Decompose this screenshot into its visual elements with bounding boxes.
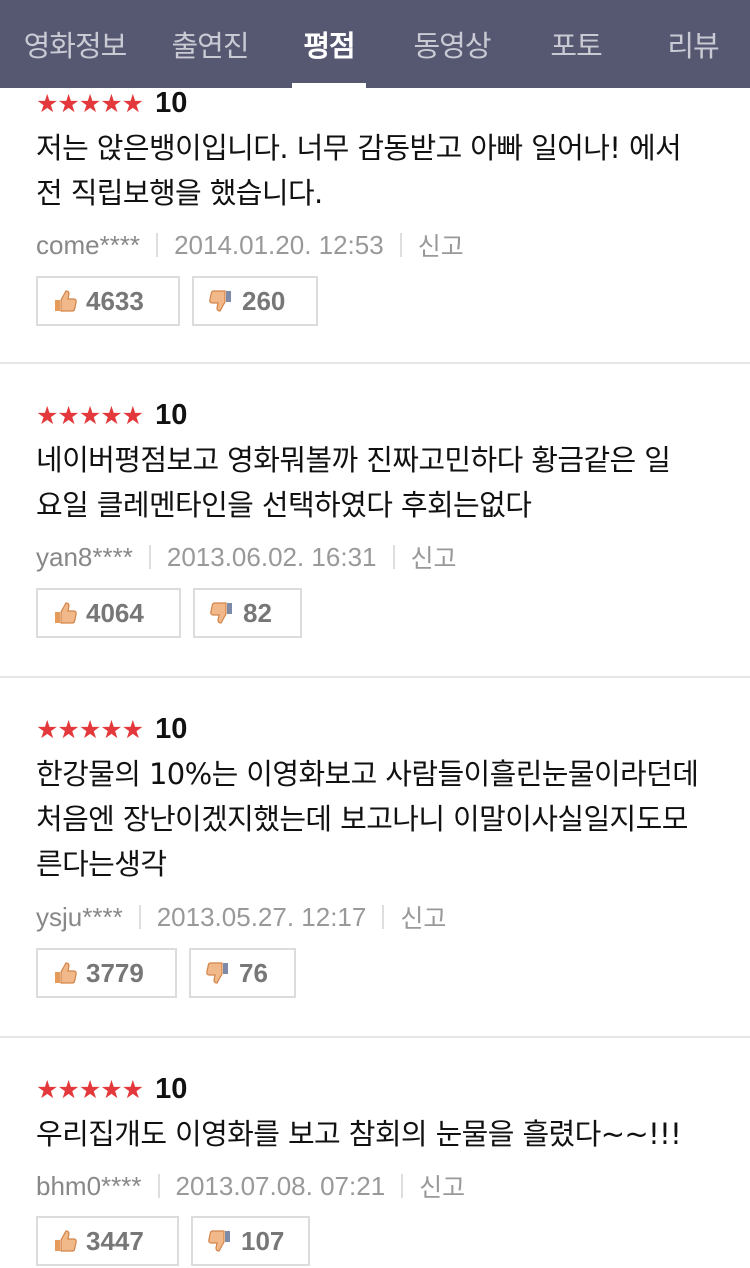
divider: [138, 905, 141, 929]
review-text-line: 전 직립보행을 했습니다.: [36, 176, 323, 210]
star-rating-icon: ★★★★★: [36, 1075, 144, 1104]
timestamp: 2014.01.20. 12:53: [174, 229, 384, 260]
review-meta: bhm0**** 2013.07.08. 07:21 신고: [36, 1168, 465, 1204]
rating: ★★★★★ 10: [36, 713, 187, 746]
review-text-line: 요일 클레멘타인을 선택하였다 후회는없다: [36, 488, 532, 522]
review-item: ★★★★★ 10 우리집개도 이영화를 보고 참회의 눈물을 흘렸다~~!!! …: [0, 1038, 750, 1268]
username: come****: [36, 229, 141, 260]
thumbs-up-icon: [55, 602, 77, 624]
review-text-line: 한강물의 10%는 이영화보고 사람들이흘린눈물이라던데: [36, 757, 699, 791]
review-item: ★★★★★ 10 저는 앉은뱅이입니다. 너무 감동받고 아빠 일어나! 에서 …: [0, 79, 750, 364]
divider: [401, 1174, 404, 1198]
score: 10: [155, 87, 188, 119]
vote-buttons: 3447 107: [36, 1216, 322, 1266]
divider: [156, 233, 159, 257]
tab-photos[interactable]: 포토: [516, 0, 636, 88]
review-text-line: 저는 앉은뱅이입니다. 너무 감동받고 아빠 일어나! 에서: [36, 131, 682, 165]
username: bhm0****: [36, 1170, 142, 1201]
dislike-button[interactable]: 107: [191, 1216, 310, 1266]
tab-movie-info[interactable]: 영화정보: [0, 0, 150, 88]
review-meta: come**** 2014.01.20. 12:53 신고: [36, 227, 464, 263]
like-count: 4633: [86, 285, 144, 316]
star-rating-icon: ★★★★★: [36, 401, 144, 430]
like-count: 4064: [86, 597, 144, 628]
thumbs-down-icon: [209, 290, 231, 312]
dislike-count: 107: [241, 1225, 285, 1256]
review-text-line: 른다는생각: [36, 847, 167, 881]
thumbs-down-icon: [206, 962, 228, 984]
review-list: ★★★★★ 10 저는 앉은뱅이입니다. 너무 감동받고 아빠 일어나! 에서 …: [0, 79, 750, 1268]
timestamp: 2013.07.08. 07:21: [175, 1170, 386, 1201]
review-text: 한강물의 10%는 이영화보고 사람들이흘린눈물이라던데 처음엔 장난이겠지했는…: [36, 752, 726, 887]
review-text-line: 처음엔 장난이겠지했는데 보고나니 이말이사실일지도모: [36, 802, 688, 836]
thumbs-down-icon: [208, 1230, 230, 1252]
tab-ratings[interactable]: 평점: [292, 0, 366, 88]
tab-cast[interactable]: 출연진: [150, 0, 270, 88]
review-meta: ysju**** 2013.05.27. 12:17 신고: [36, 899, 446, 935]
username: ysju****: [36, 901, 123, 932]
divider: [148, 545, 151, 569]
thumbs-up-icon: [55, 1230, 77, 1252]
timestamp: 2013.05.27. 12:17: [156, 901, 367, 932]
star-rating-icon: ★★★★★: [36, 715, 144, 744]
report-link[interactable]: 신고: [411, 539, 457, 575]
dislike-button[interactable]: 76: [189, 948, 296, 998]
dislike-count: 82: [243, 597, 272, 628]
tab-reviews[interactable]: 리뷰: [636, 0, 750, 88]
rating: ★★★★★ 10: [36, 399, 187, 432]
like-count: 3447: [86, 1225, 144, 1256]
dislike-button[interactable]: 82: [193, 588, 302, 638]
like-button[interactable]: 3447: [36, 1216, 179, 1266]
divider: [399, 233, 402, 257]
thumbs-up-icon: [55, 962, 77, 984]
vote-buttons: 4633 260: [36, 276, 330, 326]
score: 10: [155, 713, 188, 745]
report-link[interactable]: 신고: [400, 899, 446, 935]
review-meta: yan8**** 2013.06.02. 16:31 신고: [36, 539, 457, 575]
timestamp: 2013.06.02. 16:31: [166, 541, 377, 572]
review-text-line: 네이버평점보고 영화뭐볼까 진짜고민하다 황금같은 일: [36, 443, 671, 477]
thumbs-down-icon: [210, 602, 232, 624]
vote-buttons: 3779 76: [36, 948, 308, 998]
divider: [382, 905, 385, 929]
star-rating-icon: ★★★★★: [36, 89, 144, 118]
review-text: 우리집개도 이영화를 보고 참회의 눈물을 흘렸다~~!!!: [36, 1112, 726, 1157]
divider: [392, 545, 395, 569]
like-button[interactable]: 3779: [36, 948, 177, 998]
report-link[interactable]: 신고: [419, 1168, 465, 1204]
review-item: ★★★★★ 10 네이버평점보고 영화뭐볼까 진짜고민하다 황금같은 일 요일 …: [0, 364, 750, 678]
like-count: 3779: [86, 957, 144, 988]
review-text: 저는 앉은뱅이입니다. 너무 감동받고 아빠 일어나! 에서 전 직립보행을 했…: [36, 126, 726, 216]
thumbs-up-icon: [55, 290, 77, 312]
review-text: 네이버평점보고 영화뭐볼까 진짜고민하다 황금같은 일 요일 클레멘타인을 선택…: [36, 438, 726, 528]
rating: ★★★★★ 10: [36, 87, 187, 120]
tab-videos[interactable]: 동영상: [388, 0, 516, 88]
review-text-line: 우리집개도 이영화를 보고 참회의 눈물을 흘렸다~~!!!: [36, 1117, 682, 1151]
review-item: ★★★★★ 10 한강물의 10%는 이영화보고 사람들이흘린눈물이라던데 처음…: [0, 678, 750, 1038]
score: 10: [155, 1073, 188, 1105]
dislike-button[interactable]: 260: [192, 276, 318, 326]
dislike-count: 76: [239, 957, 268, 988]
like-button[interactable]: 4633: [36, 276, 180, 326]
rating: ★★★★★ 10: [36, 1073, 187, 1106]
username: yan8****: [36, 541, 133, 572]
like-button[interactable]: 4064: [36, 588, 181, 638]
divider: [157, 1174, 160, 1198]
tab-bar: 영화정보 출연진 평점 동영상 포토 리뷰: [0, 0, 750, 88]
dislike-count: 260: [242, 285, 286, 316]
score: 10: [155, 399, 188, 431]
report-link[interactable]: 신고: [418, 227, 464, 263]
vote-buttons: 4064 82: [36, 588, 314, 638]
